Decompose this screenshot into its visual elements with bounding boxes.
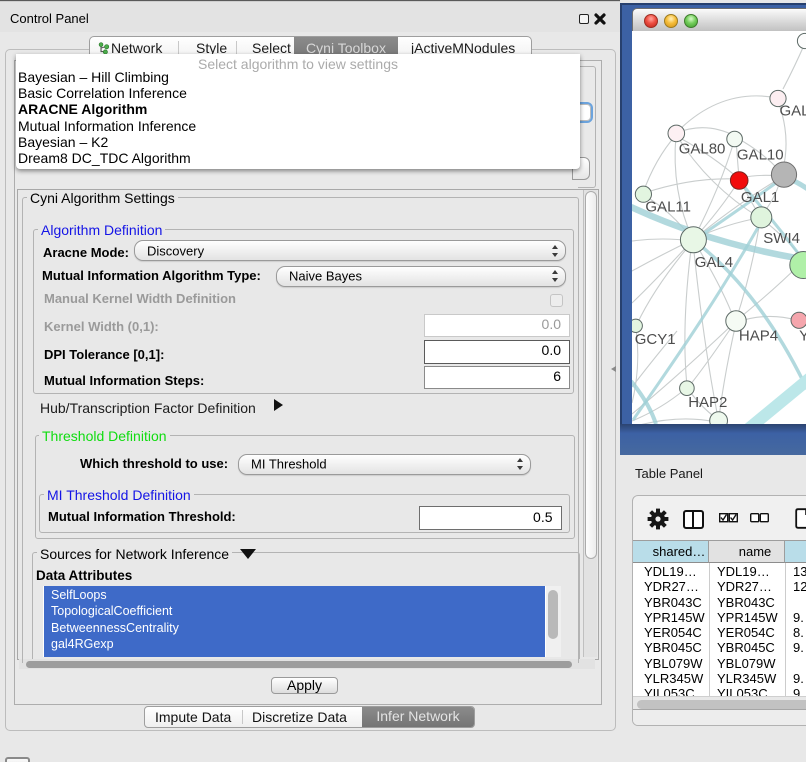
svg-text:GAL4: GAL4 <box>695 254 733 271</box>
svg-text:GCY1: GCY1 <box>635 331 676 348</box>
svg-text:SWI4: SWI4 <box>763 230 800 247</box>
svg-text:GAL10: GAL10 <box>737 146 784 163</box>
svg-text:GAL80: GAL80 <box>679 141 726 158</box>
svg-text:Y: Y <box>799 328 806 345</box>
svg-text:GAL1: GAL1 <box>741 189 779 206</box>
svg-text:HAP2: HAP2 <box>688 394 727 411</box>
svg-text:GAL11: GAL11 <box>645 198 691 215</box>
svg-text:GAL: GAL <box>780 102 806 119</box>
svg-text:HAP4: HAP4 <box>739 328 778 345</box>
